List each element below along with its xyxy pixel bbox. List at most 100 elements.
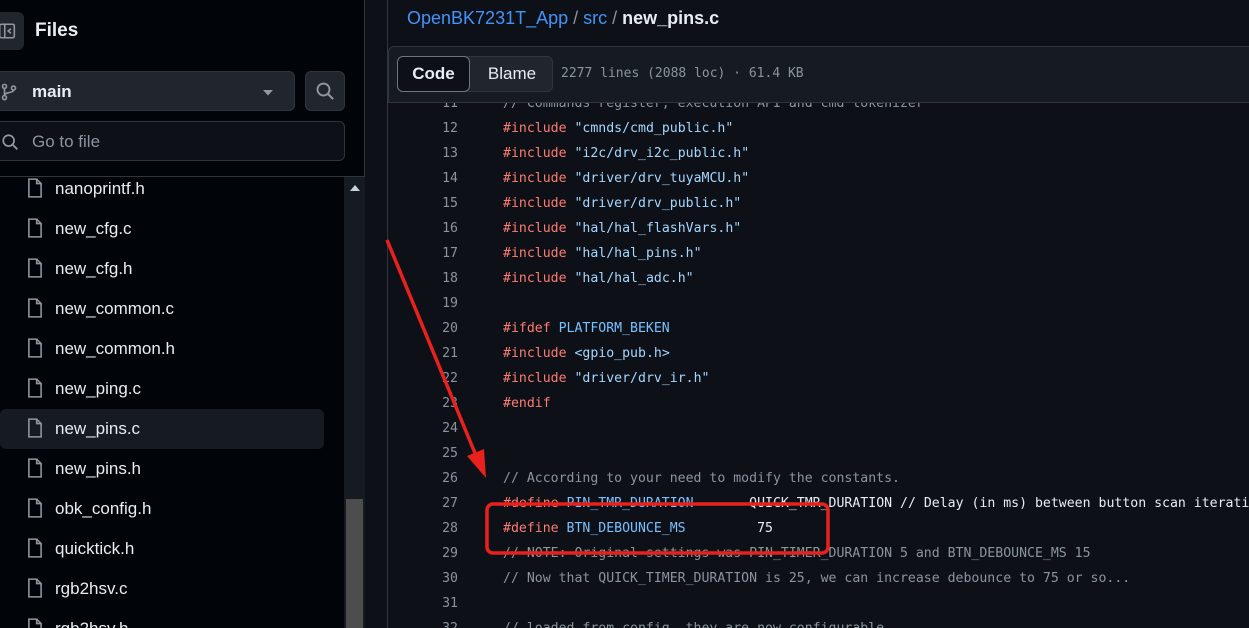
file-icon <box>28 578 42 598</box>
code-line: 16 #include "hal/hal_flashVars.h" <box>388 216 1249 241</box>
tab-blame[interactable]: Blame <box>472 57 552 91</box>
code-token: "cmnds/cmd_public.h" <box>574 121 734 136</box>
code-token: "i2c/drv_i2c_public.h" <box>574 146 750 161</box>
file-name: rgb2hsv.h <box>55 619 128 628</box>
search-icon <box>2 134 18 150</box>
code-line: 24 <box>388 416 1249 441</box>
file-list-scrollbar[interactable] <box>344 177 365 628</box>
code-token: BTN_DEBOUNCE_MS <box>566 521 686 536</box>
code-token: #include <box>503 346 567 361</box>
line-number[interactable]: 12 <box>388 116 458 141</box>
code-token: #include <box>503 246 567 261</box>
line-number[interactable]: 25 <box>388 441 458 466</box>
code-token: #endif <box>503 396 551 411</box>
code-token: #define <box>503 496 559 511</box>
file-tree-item[interactable]: rgb2hsv.c <box>0 569 324 609</box>
search-files-button[interactable] <box>305 71 345 111</box>
scroll-up-arrow-icon[interactable] <box>350 185 360 191</box>
code-token: // According to your need to modify the … <box>503 471 900 486</box>
code-line: 31 <box>388 591 1249 616</box>
code-line: 30 // Now that QUICK_TIMER_DURATION is 25… <box>388 566 1249 591</box>
line-number[interactable]: 32 <box>388 616 458 628</box>
file-name: new_common.c <box>55 299 175 318</box>
code-token: #include <box>503 271 567 286</box>
file-tree-item[interactable]: quicktick.h <box>0 529 324 569</box>
file-tree-item[interactable]: new_pins.c <box>0 409 324 449</box>
file-tree-item[interactable]: nanoprintf.h <box>0 177 324 209</box>
file-header: Code Blame 2277 lines (2088 loc) · 61.4 … <box>388 46 1249 103</box>
file-tree-item[interactable]: new_common.h <box>0 329 324 369</box>
code-line: 32 // loaded from config, they are now co… <box>388 616 1249 628</box>
search-icon <box>316 82 334 100</box>
go-to-file-input[interactable]: Go to file <box>0 121 345 161</box>
file-tree-item[interactable]: new_pins.h <box>0 449 324 489</box>
collapse-sidebar-button[interactable] <box>0 12 24 50</box>
breadcrumb-current-file: new_pins.c <box>622 8 720 28</box>
file-tree-item[interactable]: rgb2hsv.h <box>0 609 324 628</box>
line-number[interactable]: 30 <box>388 566 458 591</box>
sidebar-collapse-icon <box>0 23 16 39</box>
breadcrumb-separator: / <box>612 8 618 28</box>
line-number[interactable]: 14 <box>388 166 458 191</box>
line-number[interactable]: 29 <box>388 541 458 566</box>
file-tree-item[interactable]: new_cfg.h <box>0 249 324 289</box>
code-line: 27 #define PIN_TMR_DURATION QUICK_TMR_DUR… <box>388 491 1249 516</box>
line-number[interactable]: 18 <box>388 266 458 291</box>
line-number[interactable]: 28 <box>388 516 458 541</box>
code-token: "driver/drv_tuyaMCU.h" <box>574 171 750 186</box>
tab-code[interactable]: Code <box>397 56 470 92</box>
code-line: 23 #endif <box>388 391 1249 416</box>
line-number[interactable]: 11 <box>388 103 458 116</box>
breadcrumb-folder-link[interactable]: src <box>583 8 607 28</box>
line-number[interactable]: 24 <box>388 416 458 441</box>
file-name: new_cfg.c <box>55 219 132 238</box>
code-line: 28 #define BTN_DEBOUNCE_MS 75 <box>388 516 1249 541</box>
code-text: // loaded from config, they are now conf… <box>503 616 884 628</box>
file-name: new_common.h <box>55 339 176 358</box>
code-text: #include "driver/drv_tuyaMCU.h" <box>503 166 749 191</box>
code-text: #include "hal/hal_adc.h" <box>503 266 694 291</box>
code-token: PIN_TMR_DURATION <box>566 496 694 511</box>
code-view: 11 // Commands register, execution API an… <box>388 103 1249 628</box>
line-number[interactable]: 23 <box>388 391 458 416</box>
file-tree-item[interactable]: new_common.c <box>0 289 324 329</box>
file-tree-item[interactable]: obk_config.h <box>0 489 324 529</box>
line-number[interactable]: 20 <box>388 316 458 341</box>
line-number[interactable]: 22 <box>388 366 458 391</box>
code-text: #ifdef PLATFORM_BEKEN <box>503 316 670 341</box>
line-number[interactable]: 26 <box>388 466 458 491</box>
breadcrumb-repo-link[interactable]: OpenBK7231T_App <box>407 8 568 28</box>
code-token: #include <box>503 171 567 186</box>
file-icon <box>28 618 42 628</box>
code-line: 17 #include "hal/hal_pins.h" <box>388 241 1249 266</box>
code-token: "hal/hal_adc.h" <box>574 271 694 286</box>
code-line: 20 #ifdef PLATFORM_BEKEN <box>388 316 1249 341</box>
code-line: 13 #include "i2c/drv_i2c_public.h" <box>388 141 1249 166</box>
file-name: new_ping.c <box>55 379 142 398</box>
line-number[interactable]: 16 <box>388 216 458 241</box>
code-text: #define BTN_DEBOUNCE_MS 75 <box>503 516 773 541</box>
line-number[interactable]: 13 <box>388 141 458 166</box>
line-number[interactable]: 19 <box>388 291 458 316</box>
code-line: 19 <box>388 291 1249 316</box>
file-icon <box>28 178 42 198</box>
file-tree-item[interactable]: new_cfg.c <box>0 209 324 249</box>
line-number[interactable]: 31 <box>388 591 458 616</box>
file-name: nanoprintf.h <box>55 179 145 198</box>
file-tree-item[interactable]: new_ping.c <box>0 369 324 409</box>
file-icon <box>28 538 42 558</box>
code-text: #include "hal/hal_flashVars.h" <box>503 216 741 241</box>
line-number[interactable]: 15 <box>388 191 458 216</box>
line-number[interactable]: 27 <box>388 491 458 516</box>
scrollbar-thumb[interactable] <box>346 499 363 628</box>
branch-selector[interactable]: main <box>0 71 295 111</box>
git-branch-icon <box>1 83 17 101</box>
file-name: new_pins.c <box>55 419 141 438</box>
code-token: // NOTE: Original settings was PIN_TIMER… <box>503 546 1091 561</box>
line-number[interactable]: 21 <box>388 341 458 366</box>
code-token: "driver/drv_public.h" <box>574 196 742 211</box>
line-number[interactable]: 17 <box>388 241 458 266</box>
code-text: #include "driver/drv_ir.h" <box>503 366 709 391</box>
go-to-file-placeholder: Go to file <box>32 132 101 151</box>
